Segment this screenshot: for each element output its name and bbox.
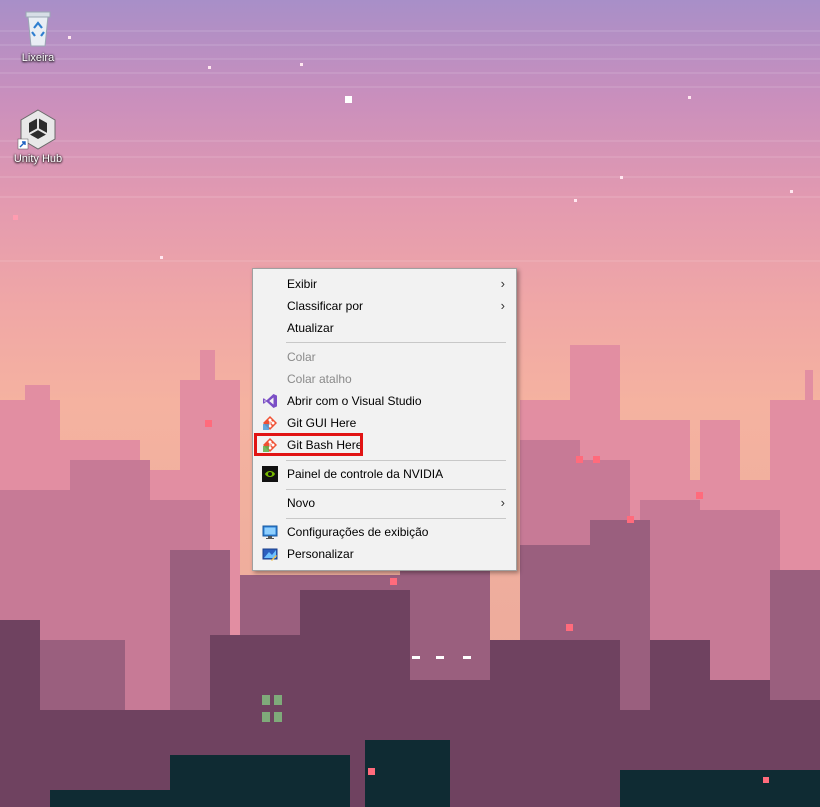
menu-separator — [286, 518, 506, 519]
git-icon — [262, 415, 278, 431]
menu-item-label: Colar — [287, 350, 316, 364]
git-bash-highlight-box — [254, 433, 363, 456]
menu-item-git-gui-here[interactable]: Git GUI Here — [254, 412, 515, 434]
recycle-bin-icon — [16, 6, 60, 50]
menu-separator — [286, 342, 506, 343]
unity-hub-icon — [16, 107, 60, 151]
nvidia-icon — [262, 466, 278, 482]
menu-item-label: Classificar por — [287, 299, 364, 313]
menu-item-classificar-por[interactable]: Classificar por › — [254, 295, 515, 317]
menu-item-novo[interactable]: Novo › — [254, 492, 515, 514]
submenu-arrow-icon: › — [500, 276, 505, 291]
menu-item-personalizar[interactable]: Personalizar — [254, 543, 515, 565]
menu-item-label: Atualizar — [287, 321, 334, 335]
desktop-icon-recycle-bin[interactable]: Lixeira — [0, 6, 76, 64]
desktop-icon-label: Unity Hub — [13, 153, 63, 165]
menu-item-exibir[interactable]: Exibir › — [254, 273, 515, 295]
menu-item-label: Exibir — [287, 277, 318, 291]
desktop-background[interactable]: Lixeira Unity Hub Exibir › Classificar p… — [0, 0, 820, 807]
menu-item-label: Configurações de exibição — [287, 525, 429, 539]
desktop-icon-label: Lixeira — [21, 52, 55, 64]
menu-item-label: Colar atalho — [287, 372, 352, 386]
menu-item-abrir-visual-studio[interactable]: Abrir com o Visual Studio — [254, 390, 515, 412]
menu-item-label: Abrir com o Visual Studio — [287, 394, 422, 408]
menu-separator — [286, 460, 506, 461]
desktop-context-menu: Exibir › Classificar por › Atualizar Col… — [252, 268, 517, 571]
menu-item-label: Personalizar — [287, 547, 354, 561]
desktop-icon-unity-hub[interactable]: Unity Hub — [0, 107, 76, 165]
menu-separator — [286, 489, 506, 490]
menu-item-label: Novo — [287, 496, 316, 510]
submenu-arrow-icon: › — [500, 495, 505, 510]
personalize-icon — [262, 546, 278, 562]
visual-studio-icon — [262, 393, 278, 409]
menu-item-label: Painel de controle da NVIDIA — [287, 467, 444, 481]
submenu-arrow-icon: › — [500, 298, 505, 313]
menu-item-atualizar[interactable]: Atualizar — [254, 317, 515, 339]
menu-item-label: Git GUI Here — [287, 416, 357, 430]
display-icon — [262, 524, 278, 540]
menu-item-painel-nvidia[interactable]: Painel de controle da NVIDIA — [254, 463, 515, 485]
menu-item-configuracoes-exibicao[interactable]: Configurações de exibição — [254, 521, 515, 543]
menu-item-colar-atalho: Colar atalho — [254, 368, 515, 390]
menu-item-colar: Colar — [254, 346, 515, 368]
